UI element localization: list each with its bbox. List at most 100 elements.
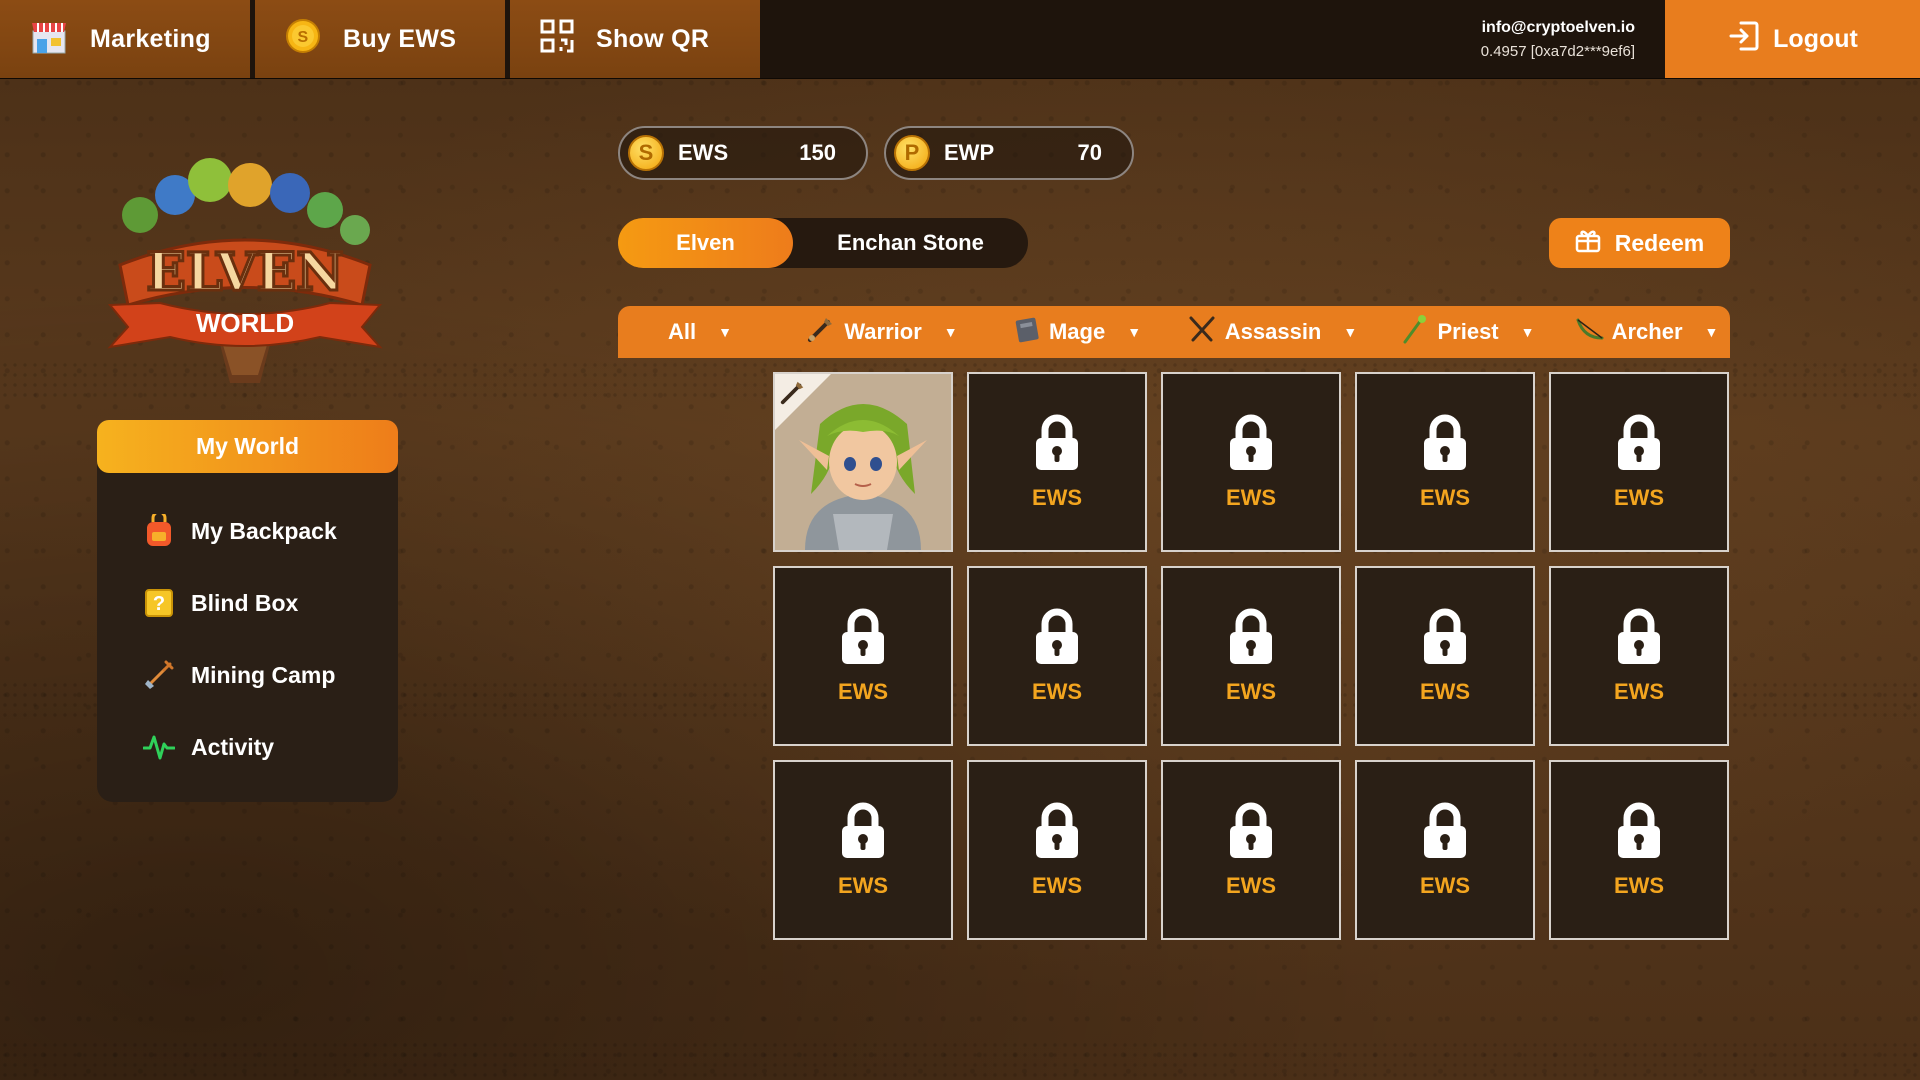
backpack-icon bbox=[143, 514, 175, 547]
lock-icon bbox=[1421, 414, 1469, 477]
filter-priest[interactable]: Priest ▼ bbox=[1372, 306, 1562, 358]
locked-slot[interactable]: EWS bbox=[1355, 760, 1535, 940]
locked-slot[interactable]: EWS bbox=[967, 760, 1147, 940]
locked-slot-label: EWS bbox=[837, 678, 889, 704]
buy-ews-label: Buy EWS bbox=[343, 24, 457, 53]
filter-label: Mage bbox=[1048, 319, 1106, 344]
filter-assassin[interactable]: Assassin ▼ bbox=[1172, 306, 1372, 358]
elven-grid: EWS EWS EWS EWS EWS EWS EWS EWS EWS EWS EWS EWS EWS E… bbox=[773, 372, 1730, 940]
locked-slot[interactable]: EWS bbox=[773, 760, 953, 940]
locked-slot-label: EWS bbox=[1031, 872, 1083, 898]
locked-slot-label: EWS bbox=[1613, 484, 1665, 510]
elven-card-warrior[interactable] bbox=[773, 372, 953, 552]
sidebar-item-label: Mining Camp bbox=[191, 661, 336, 688]
locked-slot-label: EWS bbox=[1225, 872, 1277, 898]
locked-slot-label: EWS bbox=[1225, 484, 1277, 510]
ewp-name: EWP bbox=[944, 140, 995, 165]
redeem-label: Redeem bbox=[1614, 229, 1705, 256]
filter-warrior[interactable]: Warrior ▼ bbox=[782, 306, 982, 358]
locked-slot[interactable]: EWS bbox=[1161, 760, 1341, 940]
sidebar-item-mining-camp[interactable]: Mining Camp bbox=[97, 639, 398, 711]
lock-icon bbox=[1227, 608, 1275, 671]
chevron-down-icon: ▼ bbox=[718, 324, 732, 340]
locked-slot[interactable]: EWS bbox=[1549, 566, 1729, 746]
staff-icon bbox=[1399, 314, 1429, 350]
locked-slot[interactable]: EWS bbox=[1161, 372, 1341, 552]
locked-slot-label: EWS bbox=[1613, 872, 1665, 898]
locked-slot[interactable]: EWS bbox=[1161, 566, 1341, 746]
sidebar-item-activity[interactable]: Activity bbox=[97, 711, 398, 783]
locked-slot-label: EWS bbox=[1225, 678, 1277, 704]
logout-button[interactable]: Logout bbox=[1665, 0, 1920, 78]
lock-icon bbox=[1227, 802, 1275, 865]
tab-elven[interactable]: Elven bbox=[618, 218, 793, 268]
filter-archer[interactable]: Archer ▼ bbox=[1562, 306, 1730, 358]
locked-slot[interactable]: EWS bbox=[967, 566, 1147, 746]
wallet-balance: 0.4957 [0xa7d2***9ef6] bbox=[1480, 42, 1635, 60]
background-dots bbox=[0, 1040, 1920, 1080]
svg-text:S: S bbox=[298, 29, 309, 46]
filter-label: Archer bbox=[1611, 319, 1683, 344]
locked-slot[interactable]: EWS bbox=[967, 372, 1147, 552]
coin-icon: S bbox=[285, 18, 321, 61]
filter-label: Assassin bbox=[1224, 319, 1322, 344]
activity-icon bbox=[143, 731, 175, 763]
sidebar-item-blind-box[interactable]: ? Blind Box bbox=[97, 567, 398, 639]
show-qr-button[interactable]: Show QR bbox=[510, 0, 760, 78]
locked-slot[interactable]: EWS bbox=[1355, 372, 1535, 552]
marketing-label: Marketing bbox=[90, 24, 211, 53]
my-world-header[interactable]: My World bbox=[97, 420, 398, 473]
sword-icon bbox=[779, 378, 807, 411]
lock-icon bbox=[1033, 802, 1081, 865]
locked-slot[interactable]: EWS bbox=[1549, 372, 1729, 552]
locked-slot[interactable]: EWS bbox=[1355, 566, 1535, 746]
filter-mage[interactable]: Mage ▼ bbox=[982, 306, 1172, 358]
qr-code-icon bbox=[540, 19, 574, 60]
show-qr-label: Show QR bbox=[596, 24, 710, 53]
ewp-amount: 70 bbox=[1077, 140, 1102, 165]
chevron-down-icon: ▼ bbox=[1520, 324, 1535, 340]
sidebar-menu: My Backpack ? Blind Box Mining Camp Acti… bbox=[97, 445, 398, 802]
question-box-icon: ? bbox=[143, 587, 175, 619]
redeem-button[interactable]: Redeem bbox=[1549, 218, 1730, 268]
spellbook-icon bbox=[1013, 315, 1041, 349]
ewp-balance-pill: P EWP 70 bbox=[884, 126, 1134, 180]
sword-icon bbox=[806, 314, 836, 350]
lock-icon bbox=[1615, 414, 1663, 477]
lock-icon bbox=[1615, 802, 1663, 865]
lock-icon bbox=[1227, 414, 1275, 477]
lock-icon bbox=[1421, 802, 1469, 865]
marketing-button[interactable]: Marketing bbox=[0, 0, 250, 78]
shop-icon bbox=[30, 17, 68, 62]
locked-slot-label: EWS bbox=[837, 872, 889, 898]
sidebar-item-label: My Backpack bbox=[191, 517, 337, 544]
locked-slot[interactable]: EWS bbox=[773, 566, 953, 746]
ews-coin-icon: S bbox=[628, 135, 664, 171]
locked-slot-label: EWS bbox=[1419, 678, 1471, 704]
filter-all[interactable]: All ▼ bbox=[618, 306, 782, 358]
locked-slot[interactable]: EWS bbox=[1549, 760, 1729, 940]
sidebar-item-my-backpack[interactable]: My Backpack bbox=[97, 495, 398, 567]
logout-label: Logout bbox=[1773, 24, 1858, 53]
sidebar-item-label: Blind Box bbox=[191, 589, 299, 616]
account-email: info@cryptoelven.io bbox=[1481, 18, 1635, 36]
daggers-icon bbox=[1187, 314, 1217, 350]
locked-slot-label: EWS bbox=[1031, 678, 1083, 704]
filter-label: Warrior bbox=[844, 319, 922, 344]
chevron-down-icon: ▼ bbox=[1704, 324, 1719, 340]
tab-enchan-stone[interactable]: Enchan Stone bbox=[793, 218, 1028, 268]
lock-icon bbox=[839, 802, 887, 865]
ews-balance-pill: S EWS 150 bbox=[618, 126, 868, 180]
lock-icon bbox=[1033, 414, 1081, 477]
locked-slot-label: EWS bbox=[1613, 678, 1665, 704]
top-bar: Marketing S Buy EWS Show QR info@cryptoe… bbox=[0, 0, 1920, 79]
sidebar-item-label: Activity bbox=[191, 733, 275, 760]
ews-name: EWS bbox=[678, 140, 729, 165]
buy-ews-button[interactable]: S Buy EWS bbox=[255, 0, 505, 78]
chevron-down-icon: ▼ bbox=[943, 324, 958, 340]
lock-icon bbox=[1421, 608, 1469, 671]
logout-icon bbox=[1727, 19, 1761, 60]
lock-icon bbox=[1615, 608, 1663, 671]
logo-subtitle: WORLD bbox=[196, 308, 294, 338]
ews-amount: 150 bbox=[799, 140, 836, 165]
